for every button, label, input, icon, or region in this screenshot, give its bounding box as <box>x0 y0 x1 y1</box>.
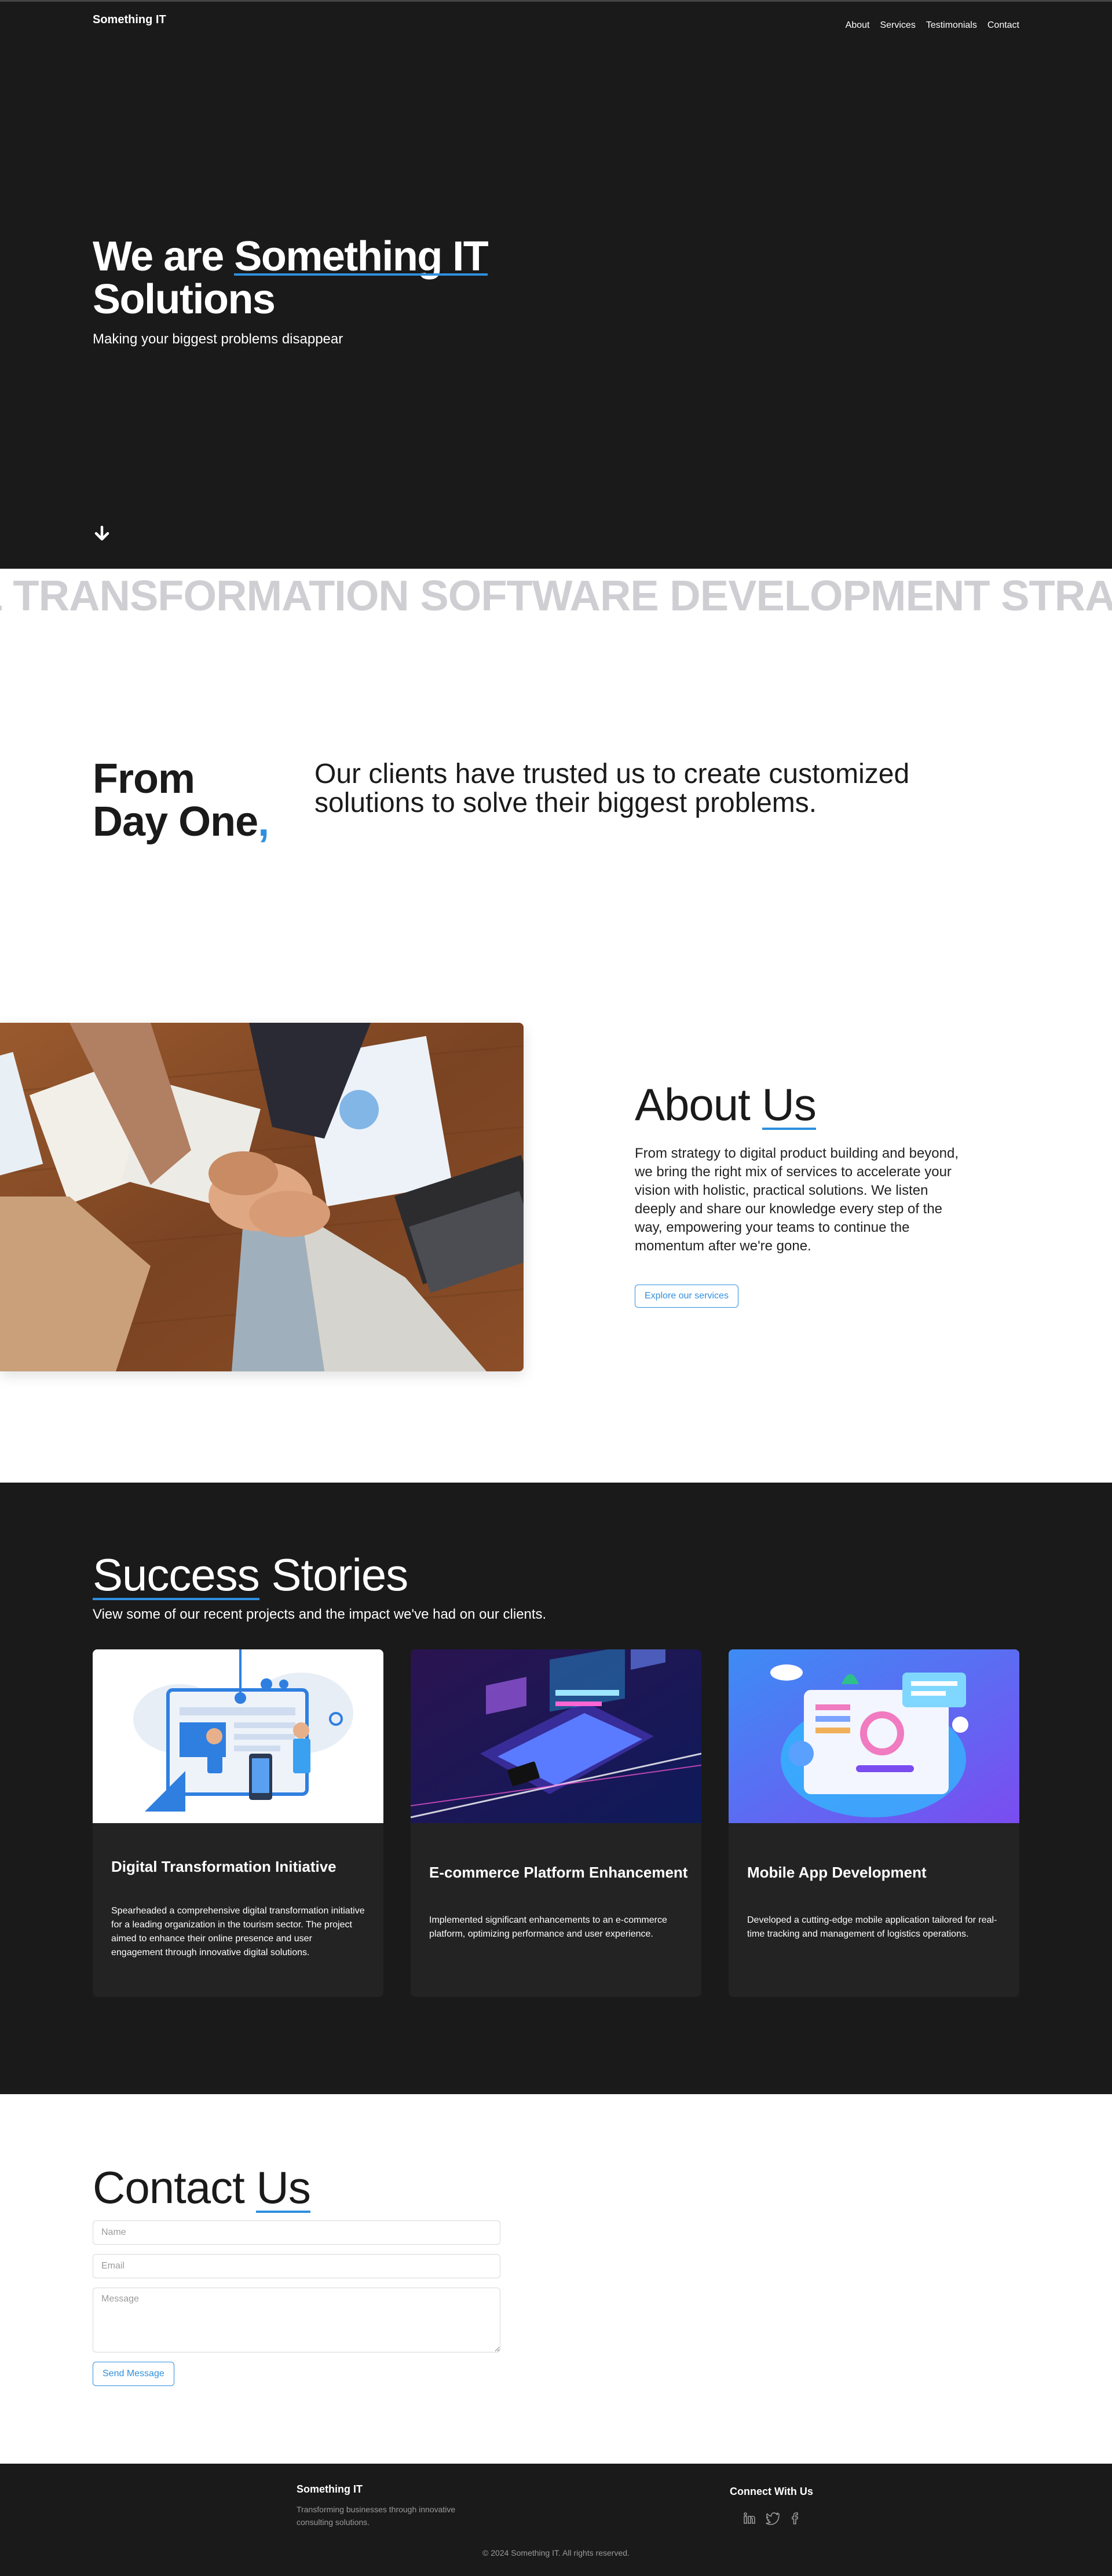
linkedin-icon[interactable] <box>742 2511 756 2525</box>
social-links <box>742 2511 803 2525</box>
story-card-title: E-commerce Platform Enhancement <box>429 1864 688 1881</box>
story-card-mobile-app[interactable]: Mobile App Development Developed a cutti… <box>729 1649 1019 1997</box>
message-field[interactable] <box>93 2288 500 2352</box>
ecommerce-illustration <box>411 1649 701 1823</box>
hero-title-highlight: Something IT <box>234 233 489 280</box>
teamwork-photo <box>0 1023 524 1371</box>
email-field[interactable] <box>93 2254 500 2278</box>
story-card-description: Spearheaded a comprehensive digital tran… <box>111 1906 365 1957</box>
explore-services-button[interactable]: Explore our services <box>635 1285 738 1308</box>
stories-title-highlight: Success <box>93 1549 260 1600</box>
intro-heading-line2: Day One <box>93 799 258 845</box>
intro-comma: , <box>258 799 269 845</box>
story-card-title: Digital Transformation Initiative <box>111 1858 336 1875</box>
intro-heading: From Day One, <box>93 758 269 843</box>
story-card-description: Developed a cutting-edge mobile applicat… <box>747 1915 997 1939</box>
name-field[interactable] <box>93 2220 500 2245</box>
story-card-description: Implemented significant enhancements to … <box>429 1915 667 1939</box>
contact-title-highlight: Us <box>256 2162 311 2213</box>
footer: Something IT Transforming businesses thr… <box>0 2464 1112 2576</box>
arrow-down-icon[interactable] <box>93 525 111 543</box>
copyright-text: © 2024 Something IT. All rights reserved… <box>482 2548 630 2557</box>
hero-title-line2: Solutions <box>93 276 276 323</box>
brand-logo[interactable]: Something IT <box>93 13 166 27</box>
footer-brand: Something IT <box>297 2483 363 2495</box>
stories-title: Success Stories <box>93 1549 408 1601</box>
send-message-button[interactable]: Send Message <box>93 2362 174 2386</box>
hero-tagline: Making your biggest problems disappear <box>93 331 343 347</box>
nav-link-contact[interactable]: Contact <box>987 20 1019 31</box>
hero-section: We are Something IT Solutions Making you… <box>0 0 1112 569</box>
connect-heading: Connect With Us <box>730 2486 813 2497</box>
hero-title-prefix: We are <box>93 233 235 280</box>
services-ticker: L TRANSFORMATION SOFTWARE DEVELOPMENT ST… <box>0 569 1112 616</box>
nav-link-services[interactable]: Services <box>880 20 915 31</box>
intro-section: From Day One, Our clients have trusted u… <box>0 616 1112 1023</box>
story-card-digital-transformation[interactable]: Digital Transformation Initiative Spearh… <box>93 1649 383 1997</box>
ticker-text: L TRANSFORMATION SOFTWARE DEVELOPMENT ST… <box>0 572 1112 616</box>
contact-title-prefix: Contact <box>93 2162 257 2213</box>
digital-transformation-illustration <box>93 1649 383 1823</box>
about-title: About Us <box>635 1078 817 1131</box>
twitter-icon[interactable] <box>766 2511 781 2525</box>
about-title-highlight: Us <box>762 1079 817 1130</box>
mobile-app-illustration <box>729 1649 1019 1823</box>
intro-statement: Our clients have trusted us to create cu… <box>314 759 910 818</box>
about-title-prefix: About <box>635 1079 762 1130</box>
nav-link-about[interactable]: About <box>846 20 870 31</box>
success-stories-section: Success Stories View some of our recent … <box>0 1483 1112 2094</box>
nav-link-testimonials[interactable]: Testimonials <box>926 20 977 31</box>
stories-subtitle: View some of our recent projects and the… <box>93 1607 547 1622</box>
contact-title: Contact Us <box>93 2161 311 2214</box>
hero-title: We are Something IT Solutions <box>93 233 489 323</box>
footer-description: Transforming businesses through innovati… <box>297 2505 456 2527</box>
about-body: From strategy to digital product buildin… <box>635 1146 959 1254</box>
facebook-icon[interactable] <box>789 2511 803 2525</box>
contact-section: Contact Us Send Message <box>0 2094 1112 2464</box>
story-card-title: Mobile App Development <box>747 1864 927 1881</box>
story-card-ecommerce[interactable]: E-commerce Platform Enhancement Implemen… <box>411 1649 701 1997</box>
about-section: About Us From strategy to digital produc… <box>0 1023 1112 1483</box>
stories-title-suffix: Stories <box>259 1549 408 1600</box>
nav-links: About Services Testimonials Contact <box>846 20 1019 31</box>
top-navigation: Something IT About Services Testimonials… <box>0 0 1112 46</box>
intro-heading-line1: From <box>93 756 195 802</box>
